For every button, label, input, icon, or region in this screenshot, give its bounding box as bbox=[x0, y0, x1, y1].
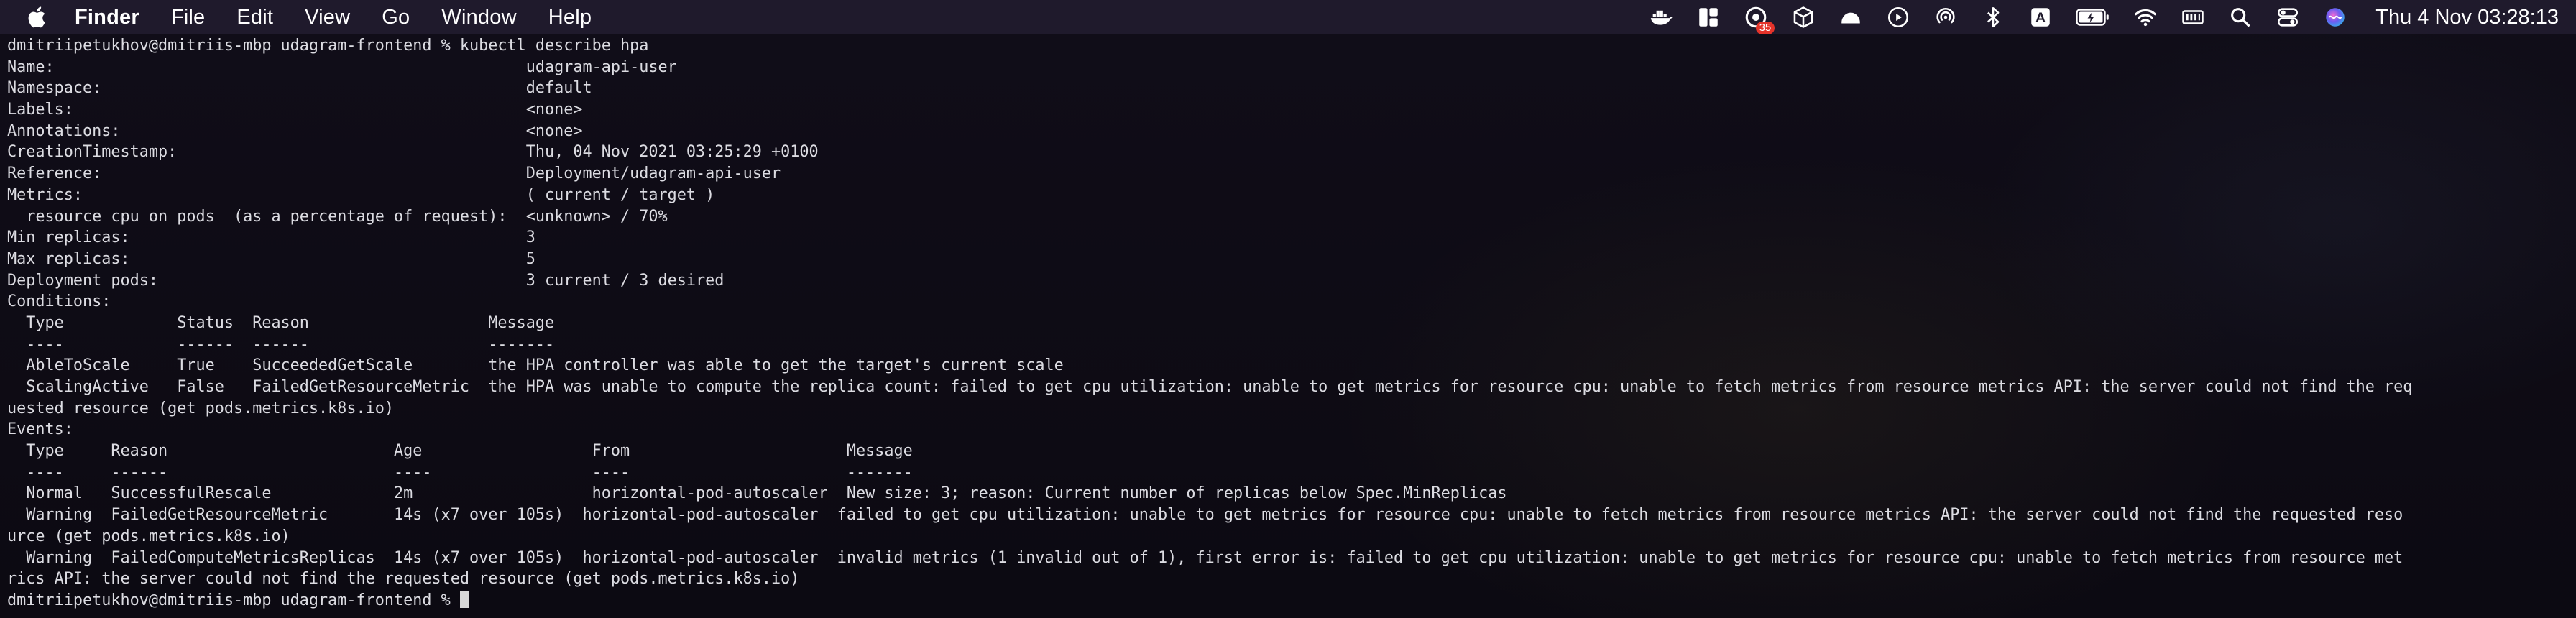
terminal-line: Deployment pods: 3 current / 3 desired bbox=[7, 271, 724, 290]
terminal-line: ---- ------ ---- ---- ------- bbox=[7, 463, 913, 481]
terminal-prompt: dmitriipetukhov@dmitriis-mbp udagram-fro… bbox=[7, 591, 460, 609]
terminal-line: rics API: the server could not find the … bbox=[7, 570, 800, 589]
notification-app-icon[interactable]: 35 bbox=[1743, 4, 1775, 34]
menu-file[interactable]: File bbox=[171, 6, 206, 29]
bluetooth-icon[interactable] bbox=[1980, 4, 2006, 30]
menu-bar: Finder File Edit View Go Window Help 35 bbox=[0, 0, 2576, 34]
menu-view[interactable]: View bbox=[305, 6, 350, 29]
menu-bar-left: Finder File Edit View Go Window Help bbox=[26, 5, 623, 29]
terminal-line: Type Reason Age From Message bbox=[7, 442, 913, 461]
terminal-line: CreationTimestamp: Thu, 04 Nov 2021 03:2… bbox=[7, 143, 819, 162]
menu-bar-tray: 35 A Thu 4 Nov 03:28:13 bbox=[1627, 4, 2559, 34]
wifi-icon[interactable] bbox=[2133, 4, 2158, 30]
terminal-line: uested resource (get pods.metrics.k8s.io… bbox=[7, 399, 395, 418]
notification-badge: 35 bbox=[1755, 22, 1775, 34]
airdrop-icon[interactable] bbox=[1933, 4, 1959, 30]
terminal-line: Max replicas: 5 bbox=[7, 249, 535, 268]
input-source-label: A bbox=[2036, 10, 2046, 26]
siri-icon[interactable] bbox=[2322, 4, 2348, 30]
terminal-line: dmitriipetukhov@dmitriis-mbp udagram-fro… bbox=[7, 37, 649, 55]
terminal-line: Warning FailedComputeMetricsReplicas 14s… bbox=[7, 548, 2404, 567]
terminal-line: Labels: <none> bbox=[7, 101, 583, 119]
app-menu-finder[interactable]: Finder bbox=[75, 6, 139, 29]
input-source-icon[interactable]: A bbox=[2028, 4, 2053, 30]
battery-icon[interactable] bbox=[2075, 4, 2111, 30]
terminal-cursor bbox=[459, 590, 469, 608]
menu-go[interactable]: Go bbox=[382, 6, 410, 29]
terminal-line: urce (get pods.metrics.k8s.io) bbox=[7, 527, 290, 545]
terminal-line: Conditions: bbox=[7, 292, 111, 311]
terminal-line: ScalingActive False FailedGetResourceMet… bbox=[7, 378, 2413, 396]
layout-icon[interactable] bbox=[1696, 4, 1721, 30]
terminal-line: Normal SuccessfulRescale 2m horizontal-p… bbox=[7, 484, 1507, 503]
terminal-line: Type Status Reason Message bbox=[7, 313, 555, 332]
terminal-line: Metrics: ( current / target ) bbox=[7, 185, 715, 204]
terminal-line: Namespace: default bbox=[7, 79, 592, 98]
terminal-line: Name: udagram-api-user bbox=[7, 57, 677, 76]
terminal-line: AbleToScale True SucceededGetScale the H… bbox=[7, 356, 1064, 375]
terminal-line: Warning FailedGetResourceMetric 14s (x7 … bbox=[7, 506, 2404, 525]
terminal-prompt-line[interactable]: dmitriipetukhov@dmitriis-mbp udagram-fro… bbox=[7, 590, 2576, 612]
docker-icon[interactable] bbox=[1648, 4, 1674, 30]
terminal-line: resource cpu on pods (as a percentage of… bbox=[7, 207, 668, 226]
terminal-line: Min replicas: 3 bbox=[7, 229, 535, 247]
terminal-line: Reference: Deployment/udagram-api-user bbox=[7, 165, 781, 183]
helmet-icon[interactable] bbox=[1838, 4, 1864, 30]
apple-icon[interactable] bbox=[26, 5, 50, 29]
terminal-window[interactable]: dmitriipetukhov@dmitriis-mbp udagram-fro… bbox=[0, 34, 2576, 618]
menu-bar-clock[interactable]: Thu 4 Nov 03:28:13 bbox=[2375, 6, 2559, 29]
box-icon[interactable] bbox=[1790, 4, 1816, 30]
search-icon[interactable] bbox=[2227, 4, 2253, 30]
terminal-output[interactable]: dmitriipetukhov@dmitriis-mbp udagram-fro… bbox=[0, 35, 2576, 612]
terminal-line: ---- ------ ------ ------- bbox=[7, 335, 555, 354]
play-icon[interactable] bbox=[1885, 4, 1911, 30]
menu-window[interactable]: Window bbox=[441, 6, 516, 29]
control-center-icon[interactable] bbox=[2275, 4, 2301, 30]
menu-help[interactable]: Help bbox=[548, 6, 592, 29]
terminal-line: Events: bbox=[7, 420, 73, 439]
menu-edit[interactable]: Edit bbox=[236, 6, 273, 29]
terminal-line: Annotations: <none> bbox=[7, 121, 583, 140]
memory-icon[interactable] bbox=[2180, 4, 2206, 30]
